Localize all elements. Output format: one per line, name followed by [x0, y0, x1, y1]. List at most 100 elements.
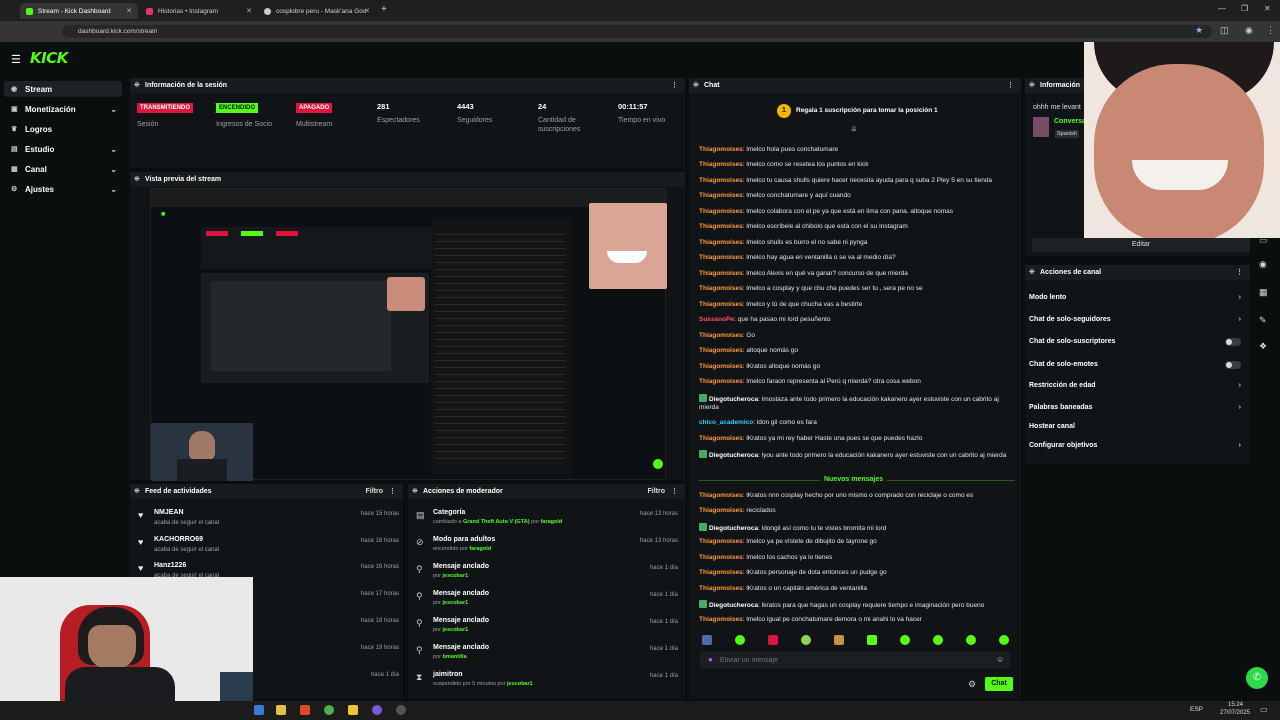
new-tab-icon[interactable]: + — [381, 4, 387, 15]
mod-action-row: ⚲ Mensaje anclado por jescobar1 hace 1 d… — [416, 563, 684, 590]
emote-icon[interactable] — [768, 635, 778, 645]
filter-button[interactable]: Filtro — [366, 484, 384, 499]
feed-username[interactable]: Hanz1226 — [154, 562, 186, 569]
extensions-icon[interactable]: ◫ — [1220, 25, 1229, 36]
chat-settings-icon[interactable]: ⚙ — [968, 679, 976, 690]
trophy-icon: ♛ — [11, 126, 18, 133]
feed-username[interactable]: NMJEAN — [154, 509, 184, 516]
drag-handle-icon[interactable]: ⁜ — [693, 78, 699, 93]
taskbar-folder-icon[interactable] — [276, 705, 286, 715]
channel-action-goals[interactable]: Configurar objetivos › — [1029, 439, 1241, 453]
gift-sub-promo[interactable]: Regala 1 suscripción para tomar la posic… — [796, 107, 938, 114]
edit-info-button[interactable]: Editar — [1032, 238, 1250, 252]
filter-button[interactable]: Filtro — [648, 484, 666, 499]
chat-message: Thiagomoises: lmelco ya pe vístete de di… — [699, 538, 877, 545]
emote-icon[interactable] — [900, 635, 910, 645]
channel-action-subscribers-only: Chat de solo-suscriptores — [1029, 335, 1241, 349]
close-window-icon[interactable]: ✕ — [1264, 4, 1271, 13]
browser-tab-instagram[interactable]: Historias • Instagram ✕ — [140, 3, 258, 19]
kick-logo[interactable]: KICK — [30, 49, 68, 67]
stream-preview-video[interactable]: ■ — [150, 188, 667, 481]
emote-icon[interactable] — [834, 635, 844, 645]
browser-tab-kick[interactable]: Stream - Kick Dashboard ✕ — [20, 3, 138, 19]
support-chat-icon[interactable]: ✆ — [1246, 667, 1268, 689]
category-tag[interactable]: Conversa — [1054, 118, 1086, 125]
stream-icon: ◉ — [11, 86, 18, 93]
new-messages-label[interactable]: Nuevos mensajes — [820, 476, 888, 483]
emote-icon[interactable] — [933, 635, 943, 645]
bookmark-star-icon[interactable]: ★ — [1195, 25, 1203, 36]
close-tab-icon[interactable]: ✕ — [126, 7, 132, 15]
chat-message: Thiagomoises: lmelco hay agua en ventani… — [699, 254, 896, 261]
close-tab-icon[interactable]: ✕ — [246, 7, 252, 15]
chat-message: Thiagomoises: lKratos altoque nomás go — [699, 363, 821, 370]
drag-handle-icon[interactable]: ⁜ — [134, 484, 140, 499]
send-chat-button[interactable]: Chat — [985, 677, 1013, 691]
channel-action-slow-mode[interactable]: Modo lento › — [1029, 291, 1241, 305]
more-options-icon[interactable]: ⋮ — [1007, 78, 1014, 93]
taskbar-app-icon[interactable] — [348, 705, 358, 715]
more-options-icon[interactable]: ⋮ — [671, 78, 678, 93]
minimize-icon[interactable]: — — [1218, 4, 1226, 13]
maximize-icon[interactable]: ❐ — [1241, 4, 1248, 13]
sidebar-item-ajustes[interactable]: ⚙ Ajustes ⌄ — [4, 181, 122, 197]
tool-icon[interactable]: ▭ — [1259, 235, 1268, 246]
drag-handle-icon[interactable]: ⁜ — [412, 484, 418, 499]
drag-handle-icon[interactable]: ⁜ — [1029, 78, 1035, 93]
emote-icon[interactable] — [867, 635, 877, 645]
browser-menu-icon[interactable]: ⋮ — [1266, 25, 1275, 36]
layout-icon[interactable]: ▦ — [1259, 287, 1268, 298]
profile-icon[interactable]: ◉ — [1245, 25, 1253, 36]
chat-input[interactable] — [720, 653, 990, 667]
chat-message: Thiagomoises: lKratos o un capitán améri… — [699, 585, 868, 592]
preview-nested-inner — [211, 281, 391, 371]
browser-tab-google[interactable]: cosplobre peru - Mask'ana Goo ✕ — [258, 3, 376, 19]
channel-action-host[interactable]: Hostear canal — [1029, 420, 1241, 434]
taskbar-app-icon[interactable] — [254, 705, 264, 715]
sidebar-item-canal[interactable]: ▦ Canal ⌄ — [4, 161, 122, 177]
taskbar-brave-icon[interactable] — [300, 705, 310, 715]
url-input[interactable]: dashboard.kick.com/stream — [62, 25, 1212, 38]
wrench-icon[interactable]: ✎ — [1259, 315, 1267, 326]
emote-icon[interactable] — [702, 635, 712, 645]
channel-action-followers-only[interactable]: Chat de solo-seguidores › — [1029, 313, 1241, 327]
emotes-only-toggle[interactable] — [1225, 361, 1241, 369]
more-options-icon[interactable]: ⋮ — [1236, 265, 1243, 280]
channel-action-banned-words[interactable]: Palabras baneadas › — [1029, 401, 1241, 415]
panel-header: ⁜ Información de la sesión ⋮ — [130, 78, 685, 93]
channel-action-age-restriction[interactable]: Restricción de edad › — [1029, 379, 1241, 393]
more-options-icon[interactable]: ⋮ — [389, 484, 396, 499]
taskbar-language[interactable]: ESP — [1190, 706, 1203, 713]
notification-icon[interactable]: ▭ — [1260, 705, 1268, 714]
hamburger-menu-icon[interactable]: ☰ — [11, 53, 21, 66]
taskbar-chrome-icon[interactable] — [324, 705, 334, 715]
stat-label: Seguidores — [457, 117, 493, 124]
emoji-icon[interactable]: ☺ — [996, 655, 1004, 664]
pin-icon: ⚲ — [416, 591, 423, 601]
drag-handle-icon[interactable]: ⁜ — [134, 172, 140, 187]
drag-handle-icon[interactable]: ⁜ — [134, 78, 140, 93]
group-icon[interactable]: ❖ — [1259, 341, 1267, 352]
sidebar-item-estudio[interactable]: ▤ Estudio ⌄ — [4, 141, 122, 157]
drag-handle-icon[interactable]: ⁜ — [1029, 265, 1035, 280]
subscribers-only-toggle[interactable] — [1225, 338, 1241, 346]
emote-icon[interactable] — [735, 635, 745, 645]
scroll-down-icon[interactable]: ⇊ — [851, 125, 857, 133]
more-options-icon[interactable]: ⋮ — [671, 484, 678, 499]
emote-icon[interactable] — [966, 635, 976, 645]
sidebar-item-logros[interactable]: ♛ Logros — [4, 121, 122, 137]
taskbar-obs-icon[interactable] — [396, 705, 406, 715]
sidebar-item-monetizacion[interactable]: ▣ Monetización ⌄ — [4, 101, 122, 117]
emote-icon[interactable] — [801, 635, 811, 645]
status-badge: APAGADO — [296, 103, 333, 113]
mic-icon[interactable]: ● — [708, 655, 713, 664]
close-tab-icon[interactable]: ✕ — [364, 7, 370, 15]
feed-username[interactable]: KACHORRO69 — [154, 536, 203, 543]
feed-time: hace 19 horas — [360, 645, 399, 651]
taskbar-discord-icon[interactable] — [372, 705, 382, 715]
gift-rank-icon: 1 — [777, 104, 791, 118]
emote-icon[interactable] — [999, 635, 1009, 645]
stat-label: Multistream — [296, 121, 333, 128]
broadcast-icon[interactable]: ◉ — [1259, 259, 1267, 270]
sidebar-item-stream[interactable]: ◉ Stream — [4, 81, 122, 97]
